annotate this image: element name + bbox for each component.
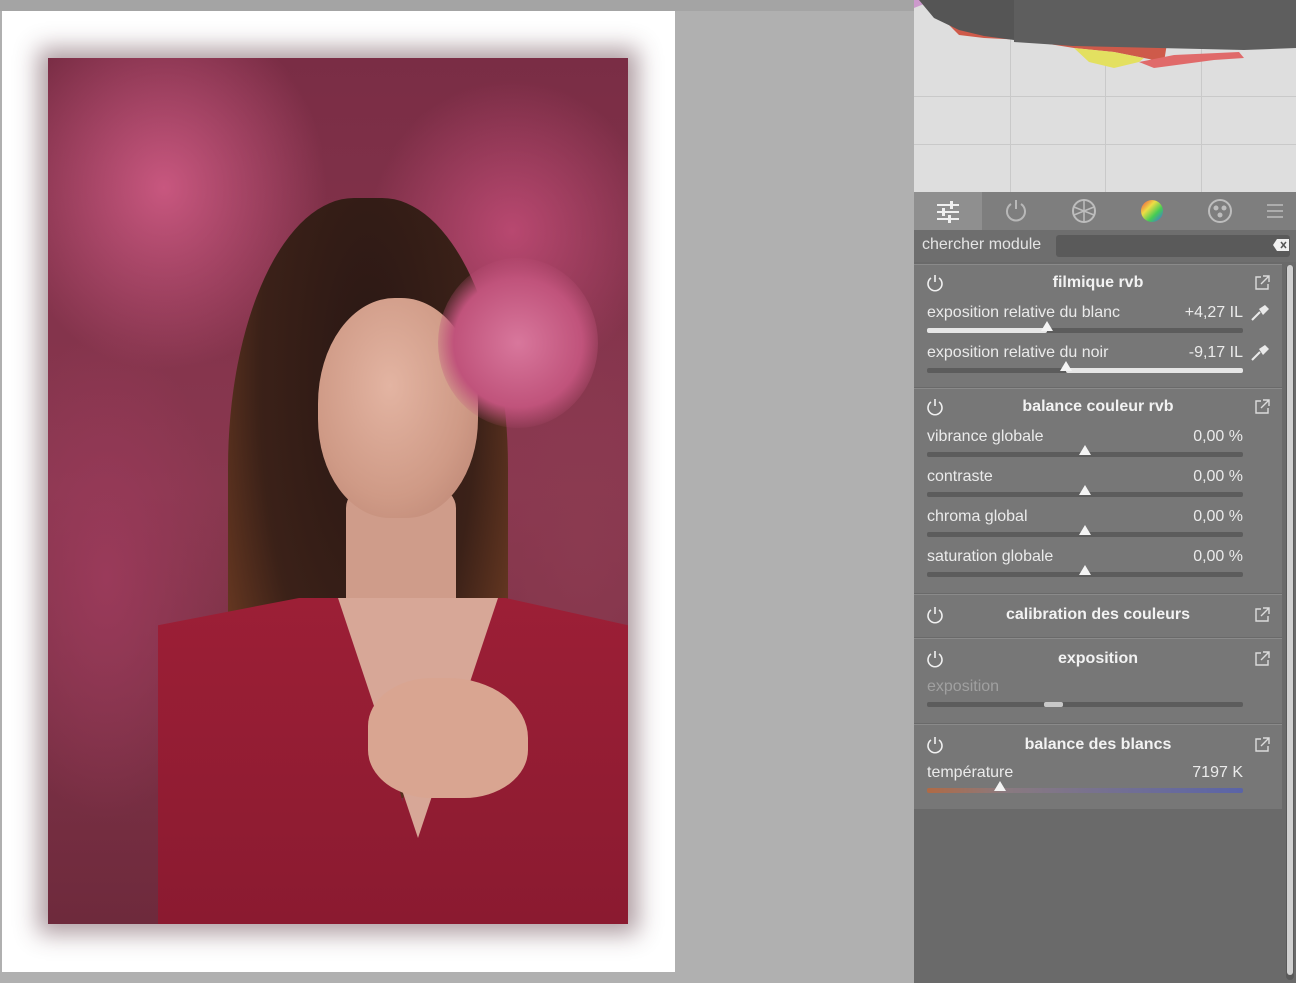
slider-marker[interactable] [1079,445,1091,455]
histogram[interactable] [914,0,1296,192]
slider-label: température [927,764,1014,781]
module-group-tabs [914,192,1296,230]
module-color-calibration: calibration des couleurs [914,594,1282,637]
tab-active-modules[interactable] [914,192,982,230]
slider-track[interactable] [927,702,1243,707]
module-header[interactable]: filmique rvb [914,265,1282,301]
popout-icon[interactable] [1254,275,1270,291]
slider-label: exposition relative du blanc [927,304,1121,321]
module-header[interactable]: balance des blancs [914,727,1282,763]
slider-marker[interactable] [1079,565,1091,575]
module-title: balance des blancs [1024,736,1172,753]
module-filmic: filmique rvb exposition relative du blan… [914,264,1282,387]
photo-flowers [438,258,598,428]
slider-temperature[interactable]: température 7197 K [914,761,1282,801]
slider-fill [927,328,1048,333]
slider-global-saturation[interactable]: saturation globale 0,00 % [914,545,1282,585]
slider-value: 7197 K [1192,764,1243,781]
tab-tone-modules[interactable] [1050,192,1118,230]
search-label: chercher module [922,236,1042,253]
tab-menu[interactable] [1254,192,1296,230]
module-color-balance-rgb: balance couleur rvb vibrance globale 0,0… [914,388,1282,593]
popout-icon[interactable] [1254,651,1270,667]
clear-search-icon[interactable] [1273,239,1289,251]
right-panel: chercher module filmique rvb exposition … [914,0,1296,983]
slider-fill [1043,702,1063,707]
module-header[interactable]: exposition [914,641,1282,677]
power-icon[interactable] [926,398,944,416]
slider-marker[interactable] [993,781,1006,791]
slider-track[interactable] [927,781,1243,793]
slider-white-relative-exposure[interactable]: exposition relative du blanc +4,27 IL [914,301,1282,341]
tab-effect-modules[interactable] [1186,192,1254,230]
power-icon [1006,200,1026,222]
module-title: filmique rvb [1052,274,1144,291]
menu-icon [1267,204,1283,218]
module-white-balance: balance des blancs température 7197 K [914,724,1282,809]
power-icon[interactable] [926,274,944,292]
color-wheel-icon [1141,200,1163,222]
color-picker-icon[interactable] [1250,304,1270,322]
module-header[interactable]: balance couleur rvb [914,389,1282,425]
module-title: calibration des couleurs [1005,606,1191,623]
module-title: exposition [1057,650,1138,667]
module-header[interactable]: calibration des couleurs [914,597,1282,633]
sliders-icon [937,201,959,223]
panel-scrollbar[interactable] [1286,265,1294,980]
histogram-gridline [914,96,1296,97]
slider-value: -9,17 IL [1188,344,1243,361]
aperture-icon [1072,199,1096,223]
slider-value: 0,00 % [1193,428,1243,445]
slider-marker[interactable] [1079,525,1091,535]
slider-black-relative-exposure[interactable]: exposition relative du noir -9,17 IL [914,341,1282,381]
canvas-top-strip [0,0,914,11]
slider-label: exposition relative du noir [927,344,1109,361]
popout-icon[interactable] [1254,607,1270,623]
scrollbar-thumb[interactable] [1287,265,1293,975]
color-picker-icon[interactable] [1250,344,1270,362]
slider-fill [1066,368,1243,373]
search-input[interactable] [1056,235,1290,257]
module-title: balance couleur rvb [1022,398,1174,415]
slider-track[interactable] [927,321,1243,333]
slider-contrast[interactable]: contraste 0,00 % [914,465,1282,505]
image-canvas[interactable] [0,0,914,983]
power-icon[interactable] [926,736,944,754]
slider-label: saturation globale [927,548,1054,565]
slider-track[interactable] [927,361,1243,373]
histogram-curve [914,0,1296,68]
slider-value: +4,27 IL [1184,304,1243,321]
popout-icon[interactable] [1254,399,1270,415]
tab-base-modules[interactable] [982,192,1050,230]
slider-value: 0,00 % [1193,508,1243,525]
photo-preview[interactable] [48,58,628,924]
slider-track[interactable] [927,525,1243,537]
slider-label: vibrance globale [927,428,1044,445]
slider-label: chroma global [927,508,1028,525]
slider-marker[interactable] [1079,485,1091,495]
slider-label: contraste [927,468,993,485]
slider-value: 0,00 % [1193,548,1243,565]
slider-marker[interactable] [1041,321,1054,331]
popout-icon[interactable] [1254,737,1270,753]
slider-track[interactable] [927,445,1243,457]
power-icon[interactable] [926,606,944,624]
slider-track[interactable] [927,565,1243,577]
histogram-gridline [914,144,1296,145]
slider-exposure[interactable]: exposition [914,675,1282,715]
slider-global-vibrance[interactable]: vibrance globale 0,00 % [914,425,1282,465]
module-exposure: exposition exposition [914,638,1282,723]
photo-hand [368,678,528,798]
slider-marker[interactable] [1060,361,1073,371]
slider-track[interactable] [927,485,1243,497]
effects-icon [1208,199,1232,223]
module-search: chercher module [914,230,1296,262]
slider-value: 0,00 % [1193,468,1243,485]
power-icon[interactable] [926,650,944,668]
slider-global-chroma[interactable]: chroma global 0,00 % [914,505,1282,545]
slider-label: exposition [927,678,1000,695]
tab-color-modules[interactable] [1118,192,1186,230]
